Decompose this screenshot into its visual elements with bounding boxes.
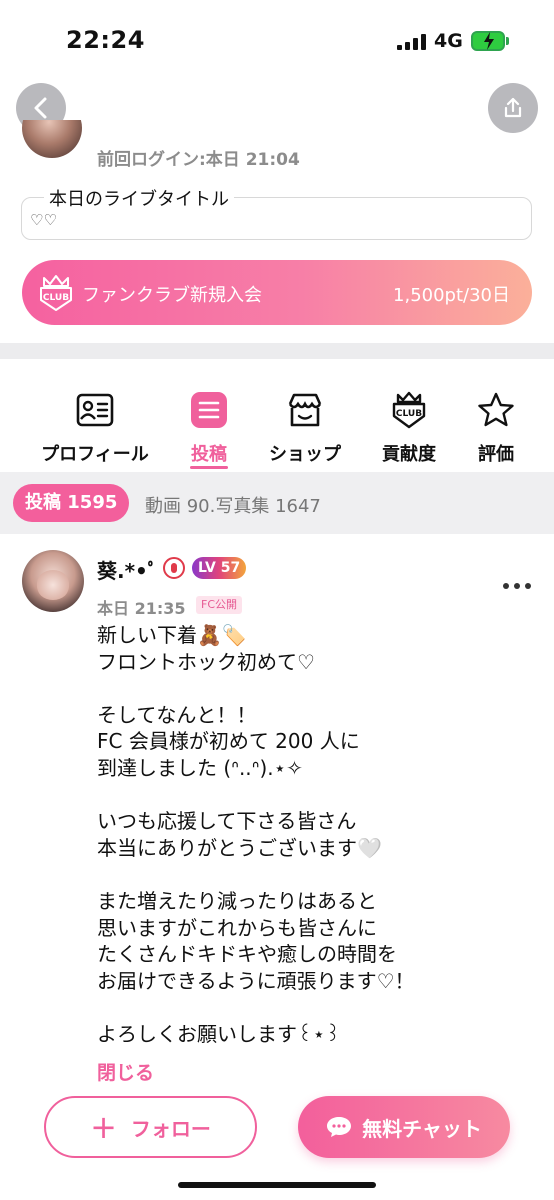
profile-avatar[interactable] [22,120,82,166]
tab-posts[interactable]: 投稿 [187,390,231,466]
free-chat-button[interactable]: 無料チャット [298,1096,510,1158]
post-author-avatar[interactable] [22,550,84,612]
fanclub-join-button[interactable]: CLUB ファンクラブ新規入会 1,500pt/30日 [22,260,532,325]
profile-tabs: プロフィール 投稿 ショップ CLUB 貢献度 評価 [0,390,554,470]
status-time: 22:24 [66,26,145,54]
subtab-media[interactable]: 動画 90.写真集 1647 [145,492,321,518]
tab-profile[interactable]: プロフィール [38,390,152,466]
post-time: 本日 21:35 [97,599,186,618]
club-badge-icon: CLUB [389,390,429,430]
live-title-label: 本日のライブタイトル [44,185,234,211]
post-body: 新しい下着🧸🏷️ フロントホック初めて♡ そしてなんと！！ FC 会員様が初めて… [97,623,415,1046]
fanclub-price: 1,500pt/30日 [393,285,510,306]
live-title-value: ♡♡ [30,211,57,229]
tab-contribution[interactable]: CLUB 貢献度 [380,390,438,466]
share-icon [504,97,522,118]
battery-tip [506,37,509,45]
tab-profile-label: プロフィール [41,444,149,465]
follow-label: フォロー [130,1116,211,1141]
home-indicator[interactable] [178,1182,376,1188]
profile-card-icon [75,390,115,430]
post-author-name[interactable]: 葵.*•ﾟ [97,555,158,584]
more-options-icon[interactable] [503,583,533,591]
level-badge: LV 57 [192,557,247,579]
follow-button[interactable]: + フォロー [44,1096,257,1158]
club-badge-text: CLUB [43,293,69,303]
tab-contribution-label: 貢献度 [382,444,436,465]
post-list-icon [189,390,229,430]
signal-icon [397,34,427,50]
tab-shop[interactable]: ショップ [265,390,345,466]
club-badge-text: CLUB [396,409,422,419]
tab-posts-label: 投稿 [191,444,227,465]
collapse-link[interactable]: 閉じる [97,1058,154,1085]
club-badge-icon: CLUB [40,275,72,311]
chat-bubble-icon [327,1117,352,1137]
network-type: 4G [434,30,463,52]
status-bar: 22:24 4G [0,0,554,80]
share-button[interactable] [488,83,538,133]
microphone-icon [163,557,185,579]
chevron-left-icon [34,97,47,119]
tab-rating[interactable]: 評価 [474,390,518,466]
tab-rating-label: 評価 [478,444,514,465]
shop-icon [285,390,325,430]
last-login-text: 前回ログイン:本日 21:04 [97,150,300,170]
battery-icon [471,31,505,51]
tab-shop-label: ショップ [269,444,341,465]
star-icon [476,390,516,430]
plus-icon: + [90,1108,117,1146]
visibility-badge: FC公開 [196,596,243,614]
fanclub-label: ファンクラブ新規入会 [82,285,262,306]
subtab-posts[interactable]: 投稿 1595 [13,484,130,522]
section-divider [0,343,554,359]
chat-label: 無料チャット [362,1116,482,1141]
active-tab-indicator [190,466,228,469]
